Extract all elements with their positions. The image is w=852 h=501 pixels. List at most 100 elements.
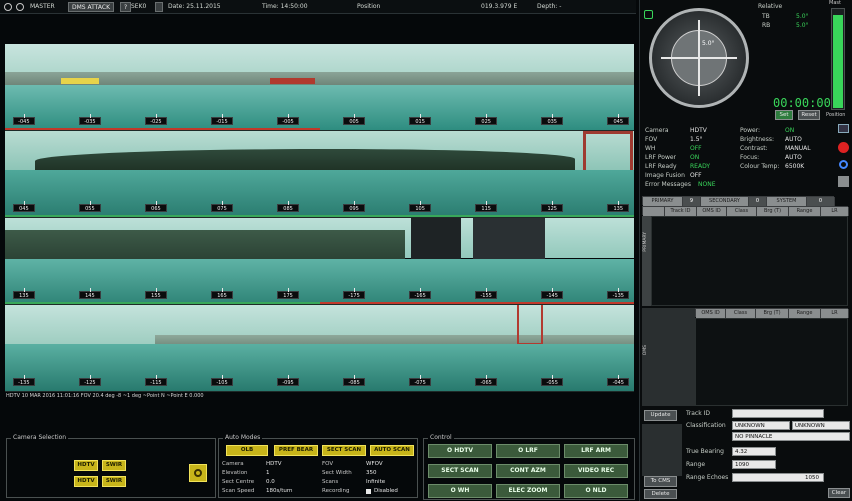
panorama-strip-1[interactable]: -045 -035 -025 -015 -005 005 015 025 035 045 xyxy=(5,44,634,131)
info-lrf-power-label: LRF Power xyxy=(645,154,677,161)
control-elec-zoom-button[interactable]: ELEC ZOOM xyxy=(496,484,560,498)
to-cms-button[interactable]: To CMS xyxy=(644,476,677,487)
bearing-scale: -045 -035 -025 -015 -005 005 015 025 035 045 xyxy=(5,114,634,127)
range-field[interactable]: 1090 xyxy=(732,460,776,469)
grid-icon[interactable] xyxy=(838,176,849,187)
track-marker xyxy=(320,302,634,304)
control-sect-scan-button[interactable]: SECT SCAN xyxy=(428,464,492,478)
delete-button[interactable]: Delete xyxy=(644,489,677,499)
control-lrf-button[interactable]: O LRF xyxy=(496,444,560,458)
info-image-fusion-value: OFF xyxy=(690,172,702,179)
target-icon[interactable] xyxy=(16,3,24,11)
auto-mode-sect-scan-button[interactable]: SECT SCAN xyxy=(322,445,366,456)
tab-system[interactable]: SYSTEM xyxy=(767,197,807,206)
oms-table-header: OMS ID Class Brg (T) Range LR xyxy=(695,308,849,318)
panorama-strip-3[interactable]: 135 145 155 165 175 -175 -165 -155 -145 -135 xyxy=(5,218,634,305)
control-cont-azm-button[interactable]: CONT AZM xyxy=(496,464,560,478)
column-header[interactable]: LR xyxy=(821,207,849,216)
panorama-strip-4[interactable]: -135 -125 -115 -105 -095 -085 -075 -065 -055 -045 xyxy=(5,305,634,392)
cycle-icon xyxy=(194,469,202,477)
camera-hdtv-button-2[interactable]: HDTV xyxy=(74,476,98,487)
control-nld-button[interactable]: O NLD xyxy=(564,484,628,498)
sensor-icon[interactable] xyxy=(4,3,12,11)
info-error-value: NONE xyxy=(698,181,716,188)
track-id-field[interactable] xyxy=(732,409,824,418)
control-video-rec-button[interactable]: VIDEO REC xyxy=(564,464,628,478)
detail-side-panel xyxy=(642,424,682,476)
primary-side-tab[interactable] xyxy=(642,216,651,306)
classification-label: Classification xyxy=(686,422,726,429)
oms-side-tab[interactable] xyxy=(642,308,695,406)
classification-select-1[interactable]: UNKNOWN xyxy=(732,421,790,430)
control-hdtv-button[interactable]: O HDTV xyxy=(428,444,492,458)
primary-count: 9 xyxy=(683,197,701,206)
range-echoes-field[interactable]: 1050 xyxy=(732,473,824,482)
info-focus-value: AUTO xyxy=(785,154,802,161)
auto-mode-pref-bear-button[interactable]: PREF BEAR xyxy=(274,445,318,456)
panorama-strip-2[interactable]: 045 055 065 075 085 095 105 115 125 135 xyxy=(5,131,634,218)
help-button[interactable]: ? xyxy=(120,2,132,12)
column-header[interactable]: OMS ID xyxy=(697,207,727,216)
column-header[interactable]: Class xyxy=(727,207,757,216)
search-icon[interactable] xyxy=(839,160,848,169)
monitor-icon[interactable] xyxy=(838,124,849,133)
column-header[interactable]: Range xyxy=(789,207,821,216)
true-bearing-field[interactable]: 4.32 xyxy=(732,447,776,456)
attack-mode-button[interactable]: DMS ATTACK xyxy=(68,2,115,12)
column-header[interactable]: Range xyxy=(789,309,821,318)
bearing-tick-label: 055 xyxy=(78,201,101,212)
classification-select-2[interactable]: UNKNOWN xyxy=(792,421,850,430)
set-button[interactable]: Set xyxy=(775,110,793,120)
column-header[interactable] xyxy=(643,207,665,216)
sensor-toggle-button[interactable] xyxy=(155,2,163,12)
record-icon[interactable] xyxy=(838,142,849,153)
camera-hdtv-button[interactable]: HDTV xyxy=(74,460,98,471)
primary-track-list[interactable] xyxy=(651,216,848,306)
update-button[interactable]: Update xyxy=(644,410,677,421)
bearing-tick-label: 065 xyxy=(144,201,167,212)
recording-checkbox[interactable] xyxy=(366,489,371,494)
status-line: HDTV 10 MAR 2016 11:01:16 FOV 20.4 deg -… xyxy=(6,393,204,399)
auto-scans-value: Infinite xyxy=(366,479,386,485)
camera-swir-button[interactable]: SWIR xyxy=(102,460,126,471)
tab-secondary[interactable]: SECONDARY xyxy=(701,197,749,206)
time-readout: Time: 14:50:00 xyxy=(262,3,308,10)
column-header[interactable]: Track ID xyxy=(665,207,697,216)
track-marker xyxy=(5,215,634,217)
pinnacle-select[interactable]: NO PINNACLE xyxy=(732,432,850,441)
bearing-tick-label: -135 xyxy=(607,288,630,299)
settings-icon[interactable] xyxy=(644,10,653,19)
column-header[interactable]: OMS ID xyxy=(696,309,726,318)
camera-cycle-button[interactable] xyxy=(189,464,207,482)
camera-swir-button-2[interactable]: SWIR xyxy=(102,476,126,487)
rb-value: 5.0° xyxy=(796,22,809,29)
tab-primary[interactable]: PRIMARY xyxy=(643,197,683,206)
auto-recording-value: Disabled xyxy=(374,488,398,494)
info-power-value: ON xyxy=(785,127,795,134)
bearing-tick-label: -145 xyxy=(541,288,564,299)
auto-mode-auto-scan-button[interactable]: AUTO SCAN xyxy=(370,445,414,456)
info-brightness-value: AUTO xyxy=(785,136,802,143)
control-lrf-arm-button[interactable]: LRF ARM xyxy=(564,444,628,458)
bearing-tick-label: -085 xyxy=(343,375,366,386)
info-wh-label: WH xyxy=(645,145,656,152)
bearing-tick-label: -075 xyxy=(409,375,432,386)
track-marker xyxy=(5,128,320,130)
reset-button[interactable]: Reset xyxy=(798,110,820,120)
column-header[interactable]: Brg (T) xyxy=(757,207,789,216)
bearing-tick-label: 015 xyxy=(409,114,432,125)
info-colour-temp-value: 6500K xyxy=(785,163,805,170)
bearing-tick-label: 155 xyxy=(144,288,167,299)
column-header[interactable]: Brg (T) xyxy=(756,309,789,318)
column-header[interactable]: Class xyxy=(726,309,756,318)
info-lrf-ready-value: READY xyxy=(690,163,711,170)
bearing-tick-label: 175 xyxy=(277,288,300,299)
compass-center-value: 5.0° xyxy=(702,40,715,47)
column-header[interactable]: LR xyxy=(821,309,849,318)
auto-fov-label: FOV xyxy=(322,461,334,467)
auto-scan-speed-label: Scan Speed xyxy=(222,488,255,494)
oms-track-list[interactable] xyxy=(695,318,848,406)
clear-button[interactable]: Clear xyxy=(828,488,850,498)
control-wh-button[interactable]: O WH xyxy=(428,484,492,498)
auto-mode-olb-button[interactable]: OLB xyxy=(226,445,268,456)
